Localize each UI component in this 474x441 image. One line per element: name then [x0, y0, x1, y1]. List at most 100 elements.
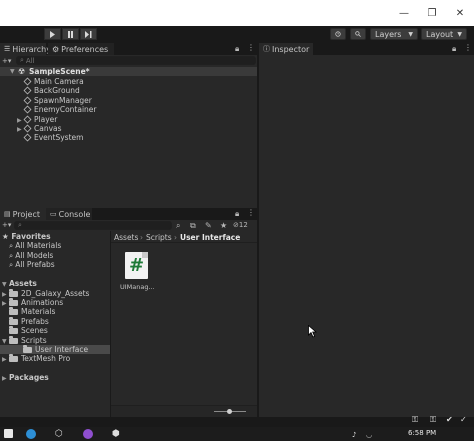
hash-glyph: # [128, 255, 145, 276]
lock-icon[interactable]: 🔒︎ [235, 44, 239, 54]
assets-header[interactable]: ▼ Assets [2, 279, 37, 288]
asset-folder-item[interactable]: ▶ Animations [0, 297, 110, 307]
lock-icon[interactable]: 🔒︎ [235, 209, 239, 219]
tag-icon[interactable]: ✎ [205, 221, 212, 230]
hierarchy-item[interactable]: EventSystem [17, 133, 83, 142]
search-by-type-icon[interactable]: ⌕ [176, 221, 180, 231]
hierarchy-panel: +▾ ⌕ All ▼ ☢ SampleScene* Main Camera Bac… [0, 55, 257, 208]
tray-icon[interactable]: ⚿ [430, 415, 436, 425]
breadcrumb-separator: › [174, 233, 177, 242]
layers-dropdown[interactable]: Layers ▼ [370, 28, 418, 40]
favorite-item-label: All Materials [15, 241, 62, 250]
tab-console[interactable]: ▭ Console [46, 208, 92, 220]
maximize-button[interactable]: ❐ [418, 0, 446, 26]
speaker-icon[interactable]: ♪ [352, 431, 356, 439]
asset-folder-item[interactable]: ▶ 2D_Galaxy_Assets [0, 288, 110, 298]
chevron-down-icon: ▼ [457, 30, 462, 38]
project-search-input[interactable]: ⌕ [14, 221, 172, 230]
minimize-button[interactable]: — [390, 0, 418, 26]
hierarchy-item-label: Main Camera [34, 77, 84, 86]
tray-icon[interactable]: ✓ [460, 415, 467, 424]
expand-arrow-icon[interactable]: ▶ [2, 355, 9, 364]
hidden-packages-toggle[interactable]: ⊘12 [233, 221, 248, 229]
hierarchy-search-input[interactable]: ⌕ All [16, 56, 256, 65]
hierarchy-item[interactable]: BackGround [17, 86, 80, 95]
more-options-icon[interactable]: ⋮ [247, 43, 255, 52]
play-icon [50, 30, 55, 38]
hierarchy-item[interactable]: ▶ Player [17, 115, 57, 124]
expand-arrow-icon[interactable]: ▼ [10, 67, 17, 76]
asset-folder-item[interactable]: ▶ TextMesh Pro [0, 354, 110, 363]
asset-folder-item[interactable]: Materials [0, 307, 110, 316]
tray-icon[interactable]: ⚿ [412, 415, 418, 425]
breadcrumb-scripts[interactable]: Scripts [146, 233, 172, 242]
tree-divider[interactable] [110, 231, 111, 417]
gameobject-icon [23, 77, 32, 86]
tab-preferences[interactable]: ⚙ Preferences [48, 43, 114, 55]
project-footer [111, 405, 257, 417]
hierarchy-item[interactable]: ▶ Canvas [17, 124, 62, 133]
search-icon: ⌕ [9, 241, 14, 250]
more-options-icon[interactable]: ⋮ [247, 208, 255, 217]
browser-icon[interactable] [26, 429, 36, 439]
asset-folder-item[interactable]: Prefabs [0, 316, 110, 326]
favorite-star-icon[interactable]: ★ [220, 221, 227, 230]
add-menu-icon[interactable]: +▾ [2, 57, 11, 65]
hierarchy-item[interactable]: SpawnManager [17, 96, 92, 105]
add-menu-icon[interactable]: +▾ [2, 221, 11, 229]
history-button[interactable] [330, 28, 346, 40]
close-button[interactable]: ✕ [446, 0, 474, 26]
favorite-item[interactable]: ⌕ All Materials [9, 241, 61, 250]
hierarchy-icon: ☰ [4, 45, 11, 53]
unity-icon[interactable]: ⬡ [55, 429, 63, 439]
tab-inspector[interactable]: ⓘ Inspector [259, 43, 313, 55]
history-icon [335, 31, 341, 37]
hierarchy-item[interactable]: EnemyContainer [17, 105, 97, 114]
search-by-label-icon[interactable]: ⧉ [190, 221, 196, 231]
asset-folder-label: Animations [21, 297, 64, 307]
asset-folder-item[interactable]: Scenes [0, 326, 110, 335]
favorites-header[interactable]: ★ Favorites [2, 232, 51, 241]
asset-folder-label: TextMesh Pro [21, 354, 71, 364]
tab-label: Inspector [272, 44, 310, 54]
packages-header[interactable]: ▶ Packages [2, 373, 49, 382]
tab-project[interactable]: ▤ Project [0, 208, 46, 220]
gameobject-icon [23, 133, 32, 142]
asset-folder-label: 2D_Galaxy_Assets [21, 288, 90, 298]
expand-arrow-icon[interactable]: ▶ [2, 374, 9, 383]
scene-row[interactable]: ▼ ☢ SampleScene* [0, 67, 257, 76]
play-button[interactable] [44, 28, 61, 40]
search-icon: ⌕ [9, 260, 14, 269]
favorite-item[interactable]: ⌕ All Prefabs [9, 260, 55, 269]
hierarchy-item[interactable]: Main Camera [17, 77, 84, 86]
pause-button[interactable] [62, 28, 79, 40]
unity-hub-icon[interactable]: ⬢ [112, 429, 120, 439]
breadcrumb-user-interface[interactable]: User Interface [180, 233, 240, 242]
more-options-icon[interactable]: ⋮ [464, 43, 472, 52]
clock-time[interactable]: 6:58 PM [408, 429, 436, 437]
search-button[interactable] [350, 28, 366, 40]
asset-folder-label: Prefabs [21, 316, 49, 326]
layout-dropdown[interactable]: Layout ▼ [421, 28, 467, 40]
zoom-slider-thumb[interactable] [227, 409, 232, 414]
file-item[interactable]: # UIManag... [120, 252, 155, 294]
assets-label: Assets [9, 279, 37, 288]
gameobject-icon [23, 105, 32, 114]
asset-folder-item[interactable]: User Interface [0, 344, 110, 354]
main-toolbar: Layers ▼ Layout ▼ [0, 26, 474, 42]
breadcrumb-separator: › [140, 233, 143, 242]
asset-folder-label: User Interface [35, 344, 89, 354]
asset-folder-item[interactable]: ▼ Scripts [0, 335, 110, 345]
wifi-icon[interactable]: ◡ [366, 431, 372, 439]
hierarchy-item-label: EnemyContainer [34, 105, 97, 115]
app-icon[interactable] [83, 429, 93, 439]
breadcrumb-assets[interactable]: Assets [114, 233, 138, 242]
tray-icon[interactable]: ✔ [446, 415, 453, 424]
folder-icon: ▤ [4, 210, 11, 218]
search-icon: ⌕ [20, 56, 24, 64]
favorite-item[interactable]: ⌕ All Models [9, 251, 53, 260]
start-icon[interactable] [4, 429, 13, 438]
tab-hierarchy[interactable]: ☰ Hierarchy [0, 43, 51, 55]
lock-icon[interactable]: 🔒︎ [452, 44, 456, 54]
step-button[interactable] [80, 28, 97, 40]
